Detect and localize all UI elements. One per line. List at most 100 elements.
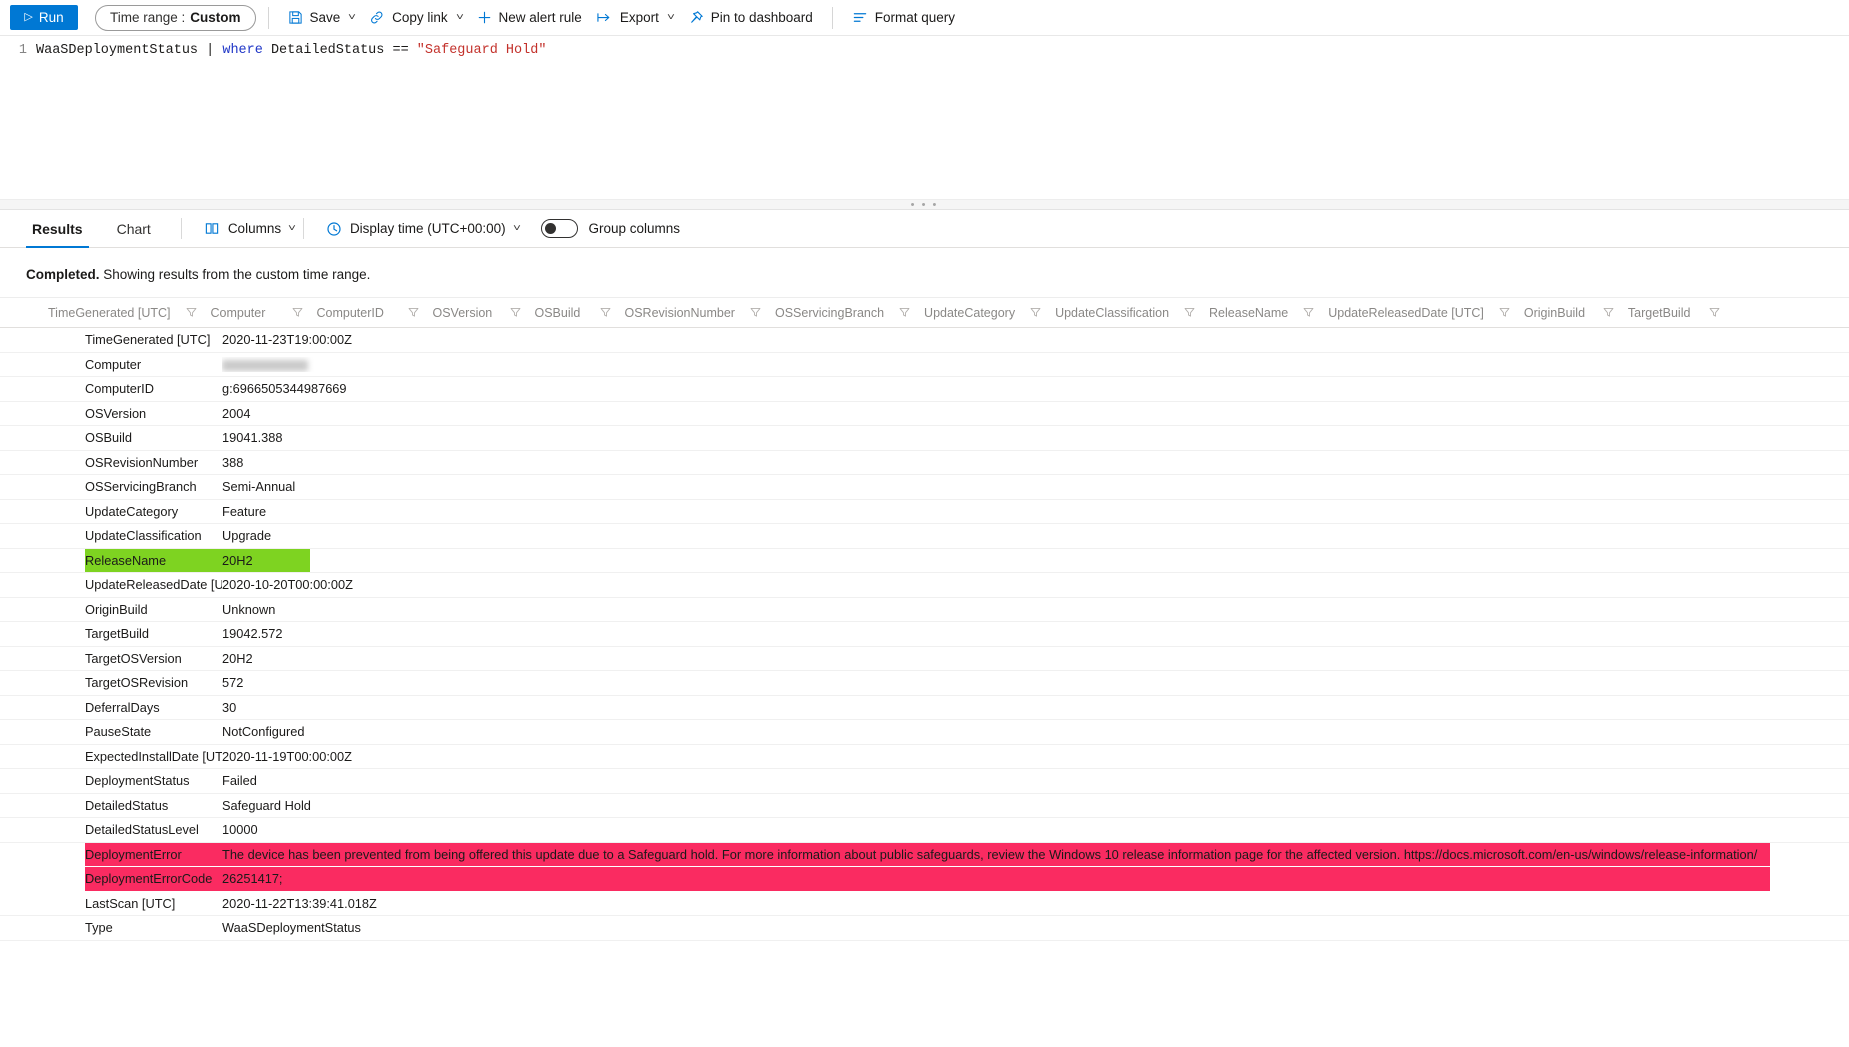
record-row[interactable]: DetailedStatus Safeguard Hold — [0, 794, 1849, 818]
filter-icon[interactable] — [1708, 306, 1721, 319]
record-row[interactable]: Type WaaSDeploymentStatus — [0, 916, 1849, 941]
record-field-name: DeferralDays — [85, 699, 160, 715]
grid-column-header[interactable]: TargetBuild — [1628, 306, 1708, 320]
record-row[interactable]: TargetOSVersion 20H2 — [0, 647, 1849, 671]
record-row[interactable]: DetailedStatusLevel 10000 — [0, 818, 1849, 843]
grid-column-header[interactable]: OSRevisionNumber — [625, 306, 749, 320]
record-field-value: 2020-11-19T00:00:00Z — [222, 748, 352, 764]
record-field-name: DeploymentStatus — [85, 773, 190, 789]
filter-icon[interactable] — [749, 306, 762, 319]
copy-link-label: Copy link — [392, 10, 448, 25]
record-row[interactable]: TimeGenerated [UTC] 2020-11-23T19:00:00Z — [0, 328, 1849, 353]
filter-icon[interactable] — [509, 306, 522, 319]
query-token-table: WaaSDeploymentStatus — [36, 43, 207, 58]
record-row[interactable]: DeploymentError The device has been preve… — [0, 842, 1849, 868]
record-field-name: ExpectedInstallDate [UTC] — [85, 748, 222, 764]
grid-column-header[interactable]: UpdateCategory — [924, 306, 1029, 320]
copy-link-button[interactable]: Copy link ˅ — [362, 4, 469, 32]
new-alert-rule-button[interactable]: New alert rule — [470, 4, 589, 32]
record-row[interactable]: LastScan [UTC] 2020-11-22T13:39:41.018Z — [0, 892, 1849, 916]
query-code-line[interactable]: 1 WaaSDeploymentStatus | where DetailedS… — [0, 36, 1849, 59]
tab-chart[interactable]: Chart — [111, 210, 157, 248]
columns-button[interactable]: Columns ˅ — [198, 215, 301, 243]
record-row[interactable]: OSBuild 19041.388 — [0, 426, 1849, 451]
grid-column-header[interactable]: OSBuild — [535, 306, 599, 320]
query-editor[interactable]: 1 WaaSDeploymentStatus | where DetailedS… — [0, 36, 1849, 199]
filter-icon[interactable] — [599, 306, 612, 319]
record-row[interactable]: DeferralDays 30 — [0, 696, 1849, 720]
grid-column-header[interactable]: ReleaseName — [1209, 306, 1302, 320]
pin-to-dashboard-label: Pin to dashboard — [710, 10, 813, 25]
results-grid-header: TimeGenerated [UTC] Computer ComputerID OSV… — [0, 297, 1849, 328]
record-row[interactable]: OSRevisionNumber 388 — [0, 451, 1849, 475]
filter-icon[interactable] — [1602, 306, 1615, 319]
pin-to-dashboard-button[interactable]: Pin to dashboard — [681, 4, 820, 32]
filter-icon[interactable] — [1498, 306, 1511, 319]
columns-icon — [204, 221, 220, 236]
results-status-state: Completed. — [26, 267, 100, 282]
record-field-value: 19041.388 — [222, 430, 283, 446]
grid-column-header-label: OSServicingBranch — [774, 305, 885, 320]
display-time-button[interactable]: Display time (UTC+00:00) ˅ — [320, 215, 526, 243]
filter-icon[interactable] — [1183, 306, 1196, 319]
group-columns-switch[interactable] — [541, 219, 579, 238]
record-row[interactable]: UpdateClassification Upgrade — [0, 524, 1849, 549]
filter-icon[interactable] — [898, 306, 911, 319]
grid-column-header[interactable]: OriginBuild — [1524, 306, 1602, 320]
save-button[interactable]: Save ˅ — [281, 4, 363, 32]
record-row[interactable]: TargetOSRevision 572 — [0, 671, 1849, 696]
record-row[interactable]: ComputerID g:6966505344987669 — [0, 377, 1849, 402]
export-button[interactable]: Export ˅ — [589, 4, 681, 32]
record-row[interactable]: UpdateReleasedDate [UTC]2020-10-20T00:00… — [0, 573, 1849, 598]
pin-icon — [688, 10, 704, 26]
record-row[interactable]: DeploymentErrorCode 26251417; — [0, 867, 1849, 892]
filter-icon[interactable] — [1029, 306, 1042, 319]
panel-splitter[interactable]: • • • — [0, 199, 1849, 210]
record-field-value: 19042.572 — [222, 626, 283, 642]
record-field-name: LastScan [UTC] — [85, 895, 176, 911]
toggle-knob — [545, 223, 557, 234]
filter-icon[interactable] — [291, 306, 304, 319]
record-field-value: 20H2 — [222, 552, 253, 568]
format-query-label: Format query — [874, 10, 956, 25]
record-row[interactable]: DeploymentStatus Failed — [0, 769, 1849, 794]
record-row[interactable]: ExpectedInstallDate [UTC] 2020-11-19T00:0… — [0, 745, 1849, 769]
filter-icon[interactable] — [407, 306, 420, 319]
record-row[interactable]: OriginBuild Unknown — [0, 598, 1849, 622]
run-button[interactable]: ▷ Run — [10, 5, 78, 30]
record-row[interactable]: TargetBuild 19042.572 — [0, 622, 1849, 647]
grid-column-header[interactable]: UpdateClassification — [1055, 306, 1183, 320]
grid-column-header[interactable]: OSServicingBranch — [775, 306, 898, 320]
filter-icon[interactable] — [1302, 306, 1315, 319]
record-field-value: Safeguard Hold — [222, 797, 311, 813]
group-columns-toggle[interactable]: Group columns — [541, 219, 680, 238]
record-row[interactable]: PauseState NotConfigured — [0, 720, 1849, 745]
format-query-button[interactable]: Format query — [845, 4, 962, 32]
tab-results[interactable]: Results — [26, 210, 89, 248]
query-text[interactable]: WaaSDeploymentStatus | where DetailedSta… — [36, 42, 546, 59]
results-status-message: Showing results from the custom time ran… — [99, 267, 371, 282]
time-range-value: Custom — [190, 10, 241, 25]
record-row[interactable]: Computer — [0, 353, 1849, 377]
grid-column-header[interactable]: UpdateReleasedDate [UTC] — [1328, 306, 1498, 320]
grid-column-header-label: OSVersion — [432, 305, 493, 320]
record-field-value — [222, 357, 1849, 372]
query-token-column: DetailedStatus — [262, 43, 393, 58]
record-field-value: 2020-10-20T00:00:00Z — [222, 577, 353, 593]
grid-column-header[interactable]: Computer — [211, 306, 291, 320]
grid-column-header[interactable]: ComputerID — [317, 306, 407, 320]
grid-column-header[interactable]: OSVersion — [433, 306, 509, 320]
record-row[interactable]: ReleaseName 20H2 — [0, 548, 1849, 573]
record-row[interactable]: OSVersion 2004 — [0, 402, 1849, 426]
display-time-label: Display time (UTC+00:00) — [349, 221, 506, 236]
tab-chart-label: Chart — [116, 220, 151, 237]
time-range-picker[interactable]: Time range : Custom — [95, 4, 256, 31]
record-field-value: 30 — [222, 699, 237, 715]
record-row[interactable]: OSServicingBranch Semi-Annual — [0, 475, 1849, 500]
record-field-name: TargetOSVersion — [85, 650, 182, 666]
record-row[interactable]: UpdateCategory Feature — [0, 500, 1849, 524]
filter-icon[interactable] — [185, 306, 198, 319]
record-field-value: g:6966505344987669 — [222, 381, 347, 397]
toolbar-divider-2 — [831, 6, 833, 29]
grid-column-header[interactable]: TimeGenerated [UTC] — [48, 306, 185, 320]
